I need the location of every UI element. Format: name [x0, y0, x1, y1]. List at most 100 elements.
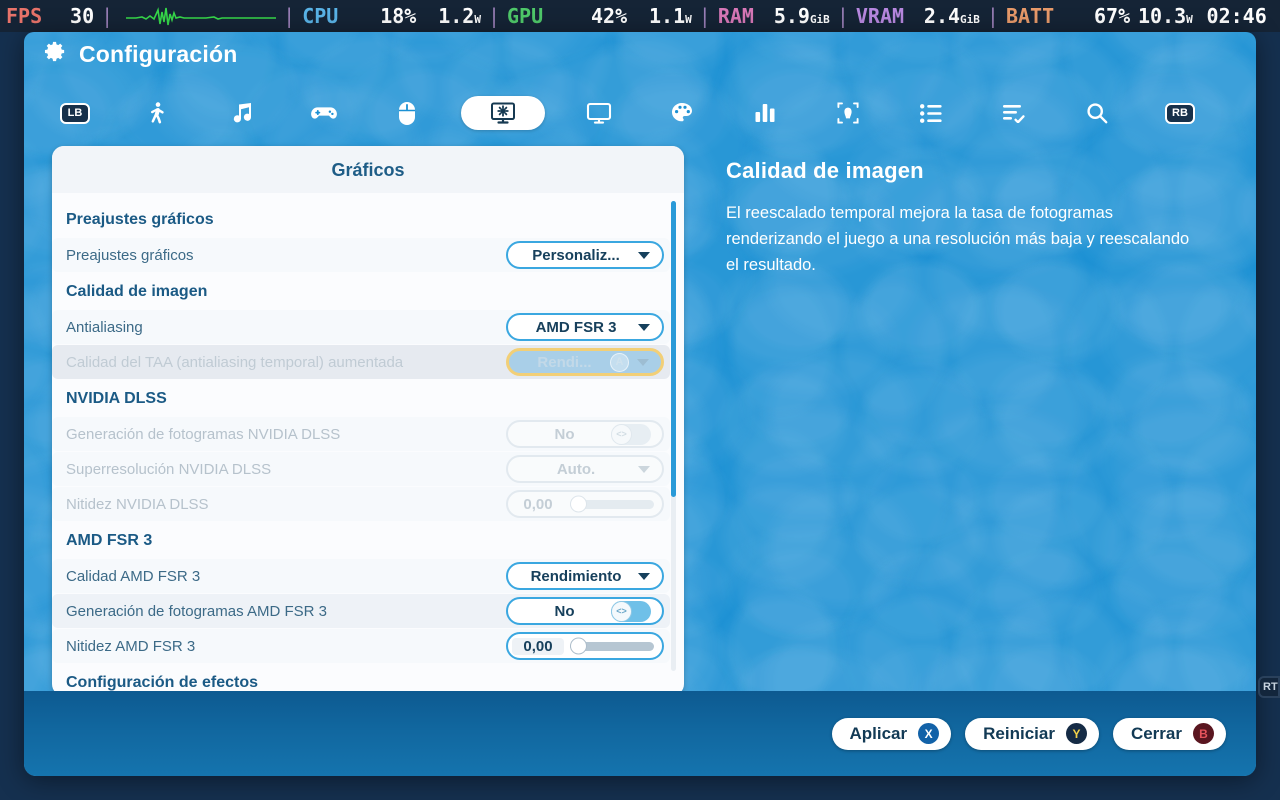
slider-knob[interactable]	[570, 637, 587, 655]
hud-ram-value: 5.9	[773, 4, 810, 28]
tab-audio[interactable]	[212, 96, 270, 130]
rb-bumper-label: RB	[1172, 107, 1188, 119]
slider-track[interactable]	[570, 637, 654, 655]
group-heading: Preajustes gráficos	[66, 211, 214, 228]
setting-label: Nitidez AMD FSR 3	[66, 637, 196, 655]
settings-list-card: Gráficos Preajustes gráficos Preajustes …	[52, 146, 684, 696]
slider-dlss-sharpness: 0,00	[506, 490, 664, 518]
apply-button-label: Aplicar	[849, 723, 908, 743]
tab-search[interactable]	[1068, 96, 1126, 130]
tab-performance[interactable]	[736, 96, 794, 130]
toggle-track[interactable]: <>	[611, 600, 651, 622]
settings-dialog: Configuración LB RB Gráficos Preajustes …	[24, 32, 1256, 776]
setting-row-fsr-quality[interactable]: Calidad AMD FSR 3 Rendimiento	[52, 559, 670, 593]
dropdown-antialiasing[interactable]: AMD FSR 3	[506, 313, 664, 341]
toggle-value: No	[554, 602, 575, 620]
accessibility-icon	[146, 101, 170, 125]
apply-button[interactable]: Aplicar X	[831, 717, 952, 750]
slider-fsr-sharpness[interactable]: 0,00	[506, 632, 664, 660]
dropdown-fsr-quality[interactable]: Rendimiento	[506, 562, 664, 590]
bar-chart-icon	[754, 103, 776, 123]
scrollbar-track[interactable]	[671, 201, 676, 671]
close-button-label: Cerrar	[1130, 723, 1182, 743]
hud-gpu-percent: 42%	[591, 4, 628, 28]
dropdown-value: Rendimiento	[530, 567, 622, 585]
hud-cpu-label: CPU	[302, 4, 339, 28]
screen-root: FPS 30 | | CPU 18% 1.2 W | GPU 42% 1.1 W |…	[0, 0, 1280, 800]
hud-vram-label: VRAM	[855, 4, 905, 28]
tab-list[interactable]	[902, 96, 960, 130]
hud-fps-label: FPS	[6, 4, 43, 28]
description-panel: Calidad de imagen El reescalado temporal…	[684, 146, 1256, 698]
setting-label: Antialiasing	[66, 318, 143, 336]
group-heading: AMD FSR 3	[66, 532, 153, 549]
lb-bumper-icon: LB	[60, 102, 90, 124]
dropdown-value: Auto.	[556, 460, 596, 478]
list-icon	[920, 103, 942, 123]
setting-row-dlss-superres: Superresolución NVIDIA DLSS Auto.	[52, 452, 670, 486]
tab-accessibility[interactable]	[129, 96, 187, 130]
hud-vram-unit: GiB	[960, 13, 980, 26]
slider-value: 0,00	[523, 495, 553, 513]
toggle-knob[interactable]: <>	[611, 600, 632, 622]
tab-display[interactable]	[570, 96, 628, 130]
toggle-knob: <>	[611, 423, 632, 445]
dropdown-value: Rendi...	[537, 353, 592, 371]
hud-separator: |	[698, 4, 711, 28]
setting-row-fsr-sharpness[interactable]: Nitidez AMD FSR 3 0,00	[52, 629, 670, 663]
toggle-value: No	[554, 425, 575, 443]
tab-color[interactable]	[653, 96, 711, 130]
rb-bumper-icon: RB	[1165, 102, 1195, 124]
settings-list-title: Gráficos	[52, 146, 684, 193]
setting-row-taa-quality[interactable]: Calidad del TAA (antialiasing temporal) …	[52, 345, 670, 379]
setting-row-fsr-frame-gen[interactable]: Generación de fotogramas AMD FSR 3 No <>	[52, 594, 670, 628]
dropdown-dlss-superres: Auto.	[506, 455, 664, 483]
toggle-track: <>	[611, 423, 651, 445]
toggle-fsr-frame-gen[interactable]: No <>	[506, 597, 664, 625]
bumper-rb[interactable]: RB	[1151, 96, 1209, 130]
hud-cpu-power: 1.2	[438, 4, 475, 28]
close-button[interactable]: Cerrar B	[1112, 717, 1226, 750]
reset-button[interactable]: Reiniciar Y	[965, 717, 1099, 750]
tab-hdr[interactable]	[819, 96, 877, 130]
hud-gpu-label: GPU	[507, 4, 544, 28]
chevron-down-icon	[638, 465, 650, 473]
dropdown-graphics-preset[interactable]: Personaliz...	[506, 241, 664, 269]
hud-batt-power: 10.3	[1137, 4, 1187, 28]
setting-row-graphics-preset[interactable]: Preajustes gráficos Personaliz...	[52, 238, 670, 272]
hud-clock: 02:46	[1206, 4, 1267, 28]
slider-value: 0,00	[512, 637, 564, 655]
dropdown-taa-quality[interactable]: Rendi... A	[506, 348, 664, 376]
dialog-footer: Aplicar X Reiniciar Y Cerrar B	[24, 691, 1256, 776]
settings-scroll-area[interactable]: Preajustes gráficos Preajustes gráficos …	[52, 193, 684, 696]
hud-cpu-percent: 18%	[380, 4, 417, 28]
rt-bumper-label: RT	[1263, 681, 1278, 693]
tab-controller[interactable]	[295, 96, 353, 130]
description-title: Calidad de imagen	[726, 158, 924, 183]
hud-ram-unit: GiB	[809, 13, 830, 26]
hud-separator: |	[836, 4, 849, 28]
dropdown-value: AMD FSR 3	[535, 318, 617, 336]
tab-graphics[interactable]	[461, 96, 545, 130]
mouse-icon	[398, 101, 416, 126]
music-note-icon	[230, 101, 252, 125]
dropdown-value: Personaliz...	[532, 246, 620, 264]
hud-gpu-power: 1.1	[649, 4, 686, 28]
tab-mouse[interactable]	[378, 96, 436, 130]
setting-row-antialiasing[interactable]: Antialiasing AMD FSR 3	[52, 310, 670, 344]
page-title: Configuración	[79, 40, 238, 67]
frame-target-icon	[837, 101, 859, 125]
chevron-down-icon	[638, 251, 650, 259]
chevron-down-icon	[637, 358, 649, 366]
setting-row-dlss-frame-gen: Generación de fotogramas NVIDIA DLSS No …	[52, 417, 670, 451]
bumper-lb[interactable]: LB	[46, 96, 104, 130]
hud-batt-percent: 67%	[1094, 4, 1131, 28]
tab-strip: LB RB	[46, 88, 1234, 138]
gear-icon	[44, 40, 67, 68]
group-heading: Calidad de imagen	[66, 283, 208, 300]
hud-separator: |	[986, 4, 999, 28]
hud-gpu-power-unit: W	[685, 13, 692, 26]
hud-ram-label: RAM	[717, 4, 754, 28]
scrollbar-thumb[interactable]	[671, 201, 676, 497]
tab-checklist[interactable]	[985, 96, 1043, 130]
